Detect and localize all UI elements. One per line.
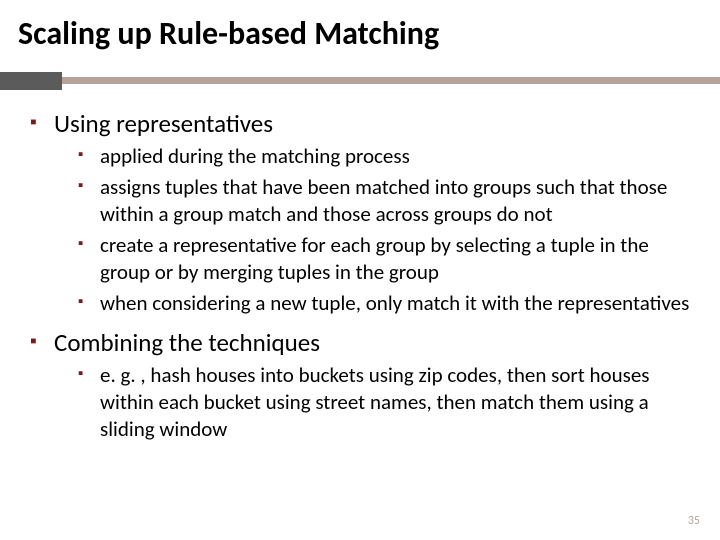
list-item: when considering a new tuple, only match… — [78, 290, 692, 317]
accent-bar — [0, 72, 720, 90]
bullet-text: assigns tuples that have been matched in… — [100, 174, 667, 227]
bullet-text: e. g. , hash houses into buckets using z… — [100, 362, 650, 442]
bullet-text: Using representatives — [54, 108, 273, 139]
bullet-list-level1: Using representatives applied during the… — [28, 108, 692, 442]
accent-block — [0, 72, 62, 90]
bullet-text: Combining the techniques — [54, 327, 320, 358]
bullet-text: applied during the matching process — [100, 143, 410, 169]
bullet-list-level2: applied during the matching process assi… — [54, 143, 692, 316]
slide-title: Scaling up Rule-based Matching — [18, 14, 439, 53]
page-number: 35 — [688, 514, 700, 528]
list-item: Using representatives applied during the… — [28, 108, 692, 317]
slide: Scaling up Rule-based Matching Using rep… — [0, 0, 720, 540]
list-item: applied during the matching process — [78, 143, 692, 170]
bullet-text: create a representative for each group b… — [100, 232, 649, 285]
list-item: create a representative for each group b… — [78, 232, 692, 286]
bullet-text: when considering a new tuple, only match… — [100, 290, 689, 316]
list-item: e. g. , hash houses into buckets using z… — [78, 362, 692, 443]
list-item: assigns tuples that have been matched in… — [78, 174, 692, 228]
bullet-list-level2: e. g. , hash houses into buckets using z… — [54, 362, 692, 443]
accent-line — [62, 77, 720, 84]
list-item: Combining the techniques e. g. , hash ho… — [28, 327, 692, 443]
slide-body: Using representatives applied during the… — [28, 108, 692, 452]
